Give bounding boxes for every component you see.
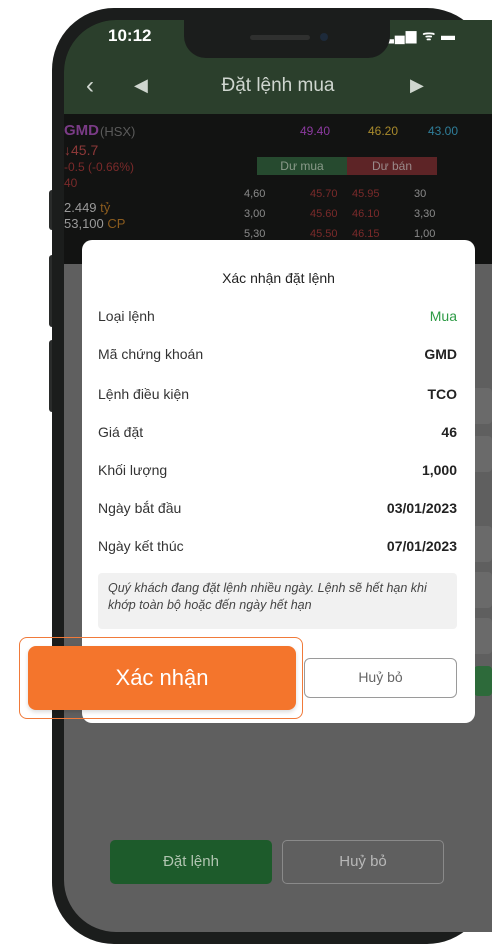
ask-qty: 30 <box>414 188 427 200</box>
floor-price: 43.00 <box>428 124 459 138</box>
orderbook-row: 4,60 45.70 45.95 30 <box>244 188 484 206</box>
reference-price: 46.20 <box>368 124 399 138</box>
signal-wifi-battery-icon: ▂▄▆ ᯤ ▬ <box>382 27 456 43</box>
stock-exchange: (HSX) <box>100 124 136 139</box>
buy-depth-header: Dư mua <box>257 157 347 175</box>
row-label: Khối lượng <box>98 462 168 478</box>
detail-row-quantity: Khối lượng 1,000 <box>98 462 457 482</box>
detail-row-symbol: Mã chứng khoán GMD <box>98 346 457 366</box>
row-label: Mã chứng khoán <box>98 346 204 362</box>
row-label: Loại lệnh <box>98 308 155 324</box>
detail-row-order-type: Loại lệnh Mua <box>98 308 457 328</box>
row-value: 1,000 <box>421 462 457 478</box>
trade-value: 2.449 tỷ <box>64 200 110 215</box>
bid-qty: 3,00 <box>244 208 266 220</box>
orderbook-row: 3,00 45.60 46.10 3,30 <box>244 208 484 226</box>
row-label: Lệnh điều kiện <box>98 386 190 402</box>
next-arrow-icon[interactable]: ▶ <box>410 75 424 96</box>
dialog-cancel-button[interactable]: Huỷ bỏ <box>304 658 457 698</box>
multi-day-order-note: Quý khách đang đặt lệnh nhiều ngày. Lệnh… <box>98 573 457 629</box>
form-green-edge <box>474 666 492 696</box>
row-value: GMD <box>424 346 457 362</box>
page-title: Đặt lệnh mua <box>221 75 335 96</box>
detail-row-condition: Lệnh điều kiện TCO <box>98 386 457 406</box>
trade-shares: 53,100 CP <box>64 216 125 231</box>
bid-qty: 4,60 <box>244 188 266 200</box>
row-label: Ngày kết thúc <box>98 538 184 554</box>
trade-value-unit: tỷ <box>100 200 111 215</box>
row-label: Ngày bắt đầu <box>98 500 182 516</box>
row-label: Giá đặt <box>98 424 144 440</box>
ask-price: 46.10 <box>352 208 380 220</box>
trade-shares-number: 53,100 <box>64 216 104 231</box>
nav-bar: ‹ ◀ Đặt lệnh mua ▶ <box>64 62 492 114</box>
dialog-title: Xác nhận đặt lệnh <box>222 270 335 286</box>
row-value: 03/01/2023 <box>386 500 457 516</box>
last-volume: 40 <box>64 176 78 190</box>
bid-price: 45.70 <box>310 188 338 200</box>
trade-value-number: 2.449 <box>64 200 97 215</box>
last-price: ↓45.7 <box>64 142 99 158</box>
status-time: 10:12 <box>108 26 152 45</box>
row-value: 46 <box>441 424 457 440</box>
place-order-button[interactable]: Đặt lệnh <box>110 840 272 884</box>
trade-shares-unit: CP <box>107 216 126 231</box>
ask-qty: 3,30 <box>414 208 436 220</box>
detail-row-price: Giá đặt 46 <box>98 424 457 444</box>
speaker <box>250 35 310 40</box>
row-value: TCO <box>427 386 457 402</box>
bottom-cancel-button[interactable]: Huỷ bỏ <box>282 840 444 884</box>
stock-symbol: GMD <box>64 122 99 139</box>
row-value: Mua <box>429 308 457 324</box>
ask-qty: 1,00 <box>414 228 436 240</box>
ceiling-price: 49.40 <box>300 124 331 138</box>
detail-row-start-date: Ngày bắt đầu 03/01/2023 <box>98 500 457 520</box>
ask-price: 46.15 <box>352 228 380 240</box>
detail-row-end-date: Ngày kết thúc 07/01/2023 <box>98 538 457 558</box>
ask-price: 45.95 <box>352 188 380 200</box>
camera <box>320 33 328 41</box>
bid-price: 45.60 <box>310 208 338 220</box>
bid-qty: 5,30 <box>244 228 266 240</box>
notch <box>184 20 390 58</box>
confirm-button[interactable]: Xác nhận <box>28 646 296 710</box>
sell-depth-header: Dư bán <box>347 157 437 175</box>
price-change: -0.5 (-0.66%) <box>64 160 135 174</box>
row-value: 07/01/2023 <box>386 538 457 554</box>
bid-price: 45.50 <box>310 228 338 240</box>
